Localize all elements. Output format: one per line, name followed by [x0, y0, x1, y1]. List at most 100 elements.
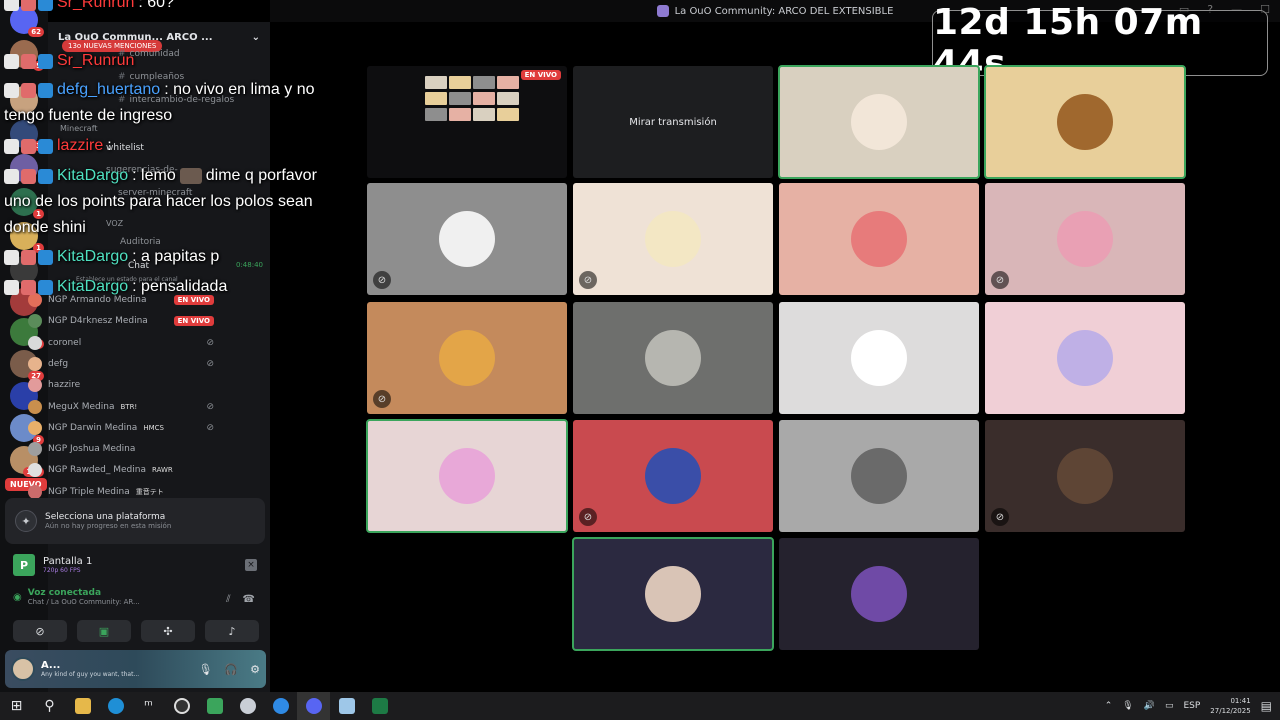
chat-username[interactable]: KitaDargo	[57, 248, 128, 266]
server-icon[interactable]: 1	[10, 188, 44, 219]
chat-username[interactable]: KitaDargo	[57, 278, 128, 296]
voice-channel-item[interactable]: Auditoria	[120, 237, 161, 247]
participant-tile[interactable]	[366, 419, 568, 533]
app-icon	[656, 5, 669, 17]
voice-member[interactable]: NGP Triple Medina 重音テト	[28, 484, 214, 499]
participant-tile[interactable]	[984, 65, 1186, 179]
participant-tile[interactable]: ⊘	[367, 302, 567, 414]
soundboard-button[interactable]: ♪	[205, 620, 259, 642]
app-icon[interactable]	[231, 692, 264, 720]
participant-tile[interactable]	[572, 537, 774, 651]
app-icon[interactable]	[198, 692, 231, 720]
chat-text: : 60?	[138, 0, 174, 11]
voice-member[interactable]: hazzire	[28, 378, 214, 393]
voice-member[interactable]: coronel ⊘	[28, 335, 214, 350]
chat-message: KitaDargo: lemo dime q porfavor	[4, 167, 317, 185]
chat-text: : no vivo en lima y no	[164, 81, 315, 98]
chat-username[interactable]: lazzire	[57, 137, 103, 155]
avatar[interactable]	[11, 657, 35, 681]
voice-member[interactable]: NGP D4rknesz Medina EN VIVO	[28, 314, 214, 329]
live-badge[interactable]: EN VIVO	[173, 295, 214, 305]
search-icon[interactable]: ⚲	[33, 692, 66, 720]
badge-icon	[38, 0, 53, 11]
gear-icon[interactable]: ⚙	[250, 663, 260, 676]
participant-tile[interactable]	[778, 65, 980, 179]
voice-member[interactable]: defg ⊘	[28, 356, 214, 371]
participant-tile[interactable]: ⊘	[985, 420, 1185, 532]
chat-username[interactable]: defg_huertano	[57, 81, 160, 99]
headphones-icon[interactable]: 🎧	[224, 663, 238, 676]
voice-member[interactable]: MeguX Medina BTR! ⊘	[28, 399, 214, 414]
user-status: Any kind of guy you want, that...	[41, 671, 140, 678]
app-icon[interactable]: ᵐ	[132, 692, 165, 720]
microphone-icon[interactable]: 🎙	[1122, 701, 1133, 711]
chat-username[interactable]: KitaDargo	[57, 167, 128, 185]
microphone-icon[interactable]: 🎙	[198, 663, 212, 676]
chat-badges	[4, 138, 53, 154]
avatar	[851, 94, 907, 150]
badge-icon	[21, 168, 36, 184]
participant-tile[interactable]: ⊘	[985, 183, 1185, 295]
disconnect-icon[interactable]: ☎	[243, 594, 255, 605]
avatar	[645, 330, 701, 386]
badge-icon	[21, 82, 36, 98]
camera-off-button[interactable]: ⊘	[13, 620, 67, 642]
category-label: VOZ	[106, 219, 124, 228]
stream-tile[interactable]: EN VIVO	[367, 66, 567, 178]
badge-icon	[4, 138, 19, 154]
notepad-icon[interactable]	[330, 692, 363, 720]
chevron-down-icon[interactable]: ⌄	[252, 32, 260, 43]
chat-text: : a papitas p	[132, 248, 220, 265]
badge-icon	[38, 279, 53, 295]
voice-member[interactable]: NGP Rawded_ Medina RAWR	[28, 463, 214, 478]
participant-tile[interactable]	[573, 302, 773, 414]
notifications-icon[interactable]: ▤	[1261, 699, 1272, 713]
live-badge[interactable]: EN VIVO	[173, 316, 214, 327]
app-icon[interactable]	[264, 692, 297, 720]
activities-button[interactable]: ✣	[141, 620, 195, 642]
obs-icon[interactable]	[165, 692, 198, 720]
chevron-up-icon[interactable]: ⌃	[1105, 701, 1113, 711]
participant-tile[interactable]	[779, 183, 979, 295]
badge-icon	[21, 279, 36, 295]
emote-image	[179, 168, 202, 184]
server-icon[interactable]: 1	[10, 222, 44, 253]
clock[interactable]: 01:41 27/12/2025	[1210, 696, 1250, 716]
voice-member[interactable]: NGP Darwin Medina HMCS ⊘	[28, 420, 214, 435]
voice-member[interactable]: NGP Joshua Medina	[28, 442, 214, 457]
stop-stream-icon[interactable]: ×	[245, 559, 257, 571]
file-explorer-icon[interactable]	[66, 692, 99, 720]
participant-tile[interactable]	[985, 302, 1185, 414]
edge-icon[interactable]	[99, 692, 132, 720]
voice-status[interactable]: Voz conectada	[28, 588, 140, 598]
category-minecraft[interactable]: Minecraft	[60, 124, 98, 133]
discord-icon[interactable]	[297, 692, 330, 720]
noise-suppression-icon[interactable]: ⫽	[226, 594, 230, 605]
participant-tile[interactable]	[779, 420, 979, 532]
watch-stream-tile[interactable]: Mirar transmisión	[573, 66, 773, 178]
participant-tile[interactable]: ⊘	[573, 420, 773, 532]
category-voz[interactable]: VOZ	[106, 219, 123, 228]
chat-username[interactable]: Sr_Runrun	[57, 52, 134, 70]
participant-tile[interactable]: ⊘	[573, 183, 773, 295]
excel-icon[interactable]	[363, 692, 396, 720]
chat-username[interactable]: Sr_Runrun	[57, 0, 134, 12]
participant-tile[interactable]: ⊘	[367, 183, 567, 295]
participant-tile[interactable]	[779, 538, 979, 650]
chat-text: :	[107, 137, 112, 154]
screen-share-button[interactable]: ▣	[77, 620, 131, 642]
participant-tile[interactable]	[779, 302, 979, 414]
quest-panel[interactable]: ✦ Selecciona una plataforma Aún no hay p…	[5, 498, 265, 544]
badge-icon	[21, 249, 36, 265]
user-name[interactable]: A...	[41, 660, 139, 671]
network-icon[interactable]: ▭	[1165, 701, 1174, 711]
user-panel: A... Any kind of guy you want, that... 🎙…	[5, 650, 266, 688]
voice-channel-name[interactable]: Chat / La OuO Community: AR...	[28, 598, 140, 606]
windows-start-icon[interactable]: ⊞	[0, 692, 33, 720]
volume-icon[interactable]: 🔊	[1144, 701, 1155, 711]
channel-item[interactable]: server-minecraft	[118, 188, 192, 198]
stream-preview-tile	[449, 108, 471, 121]
language-indicator[interactable]: ESP	[1183, 701, 1200, 711]
watch-stream-button[interactable]: Mirar transmisión	[573, 66, 773, 178]
stream-preview-tile	[473, 76, 495, 89]
